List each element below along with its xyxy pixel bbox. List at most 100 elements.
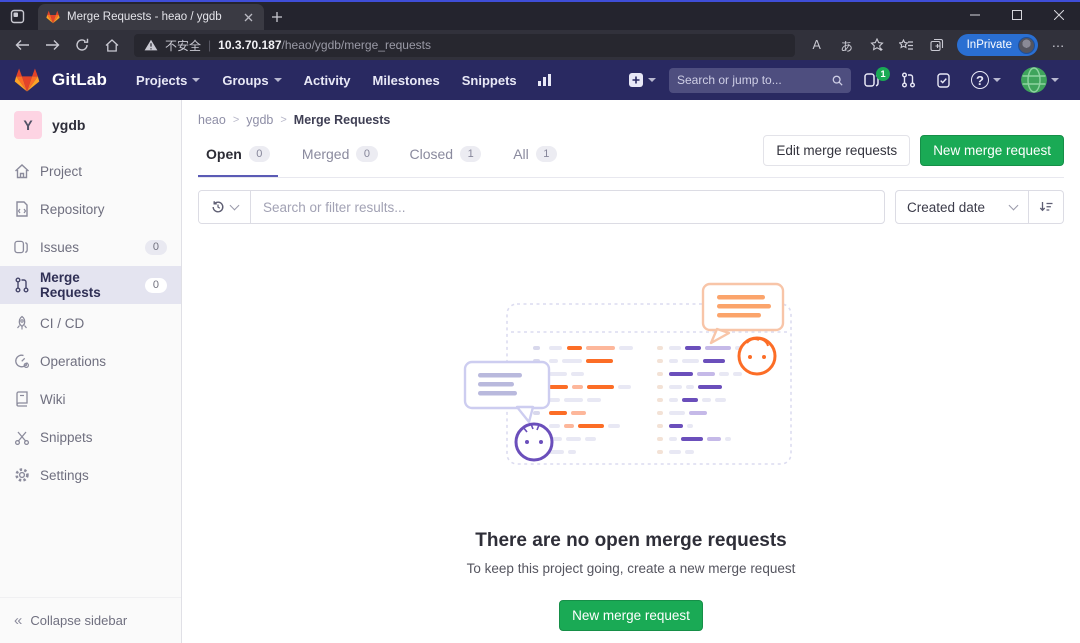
file-icon — [14, 201, 30, 217]
url-host: 10.3.70.187 — [218, 38, 281, 52]
closed-count-badge: 1 — [460, 146, 481, 162]
collapse-sidebar-button[interactable]: « Collapse sidebar — [0, 597, 181, 643]
back-icon — [15, 39, 30, 51]
tab-open[interactable]: Open0 — [198, 131, 278, 177]
tab-merged[interactable]: Merged0 — [294, 131, 386, 177]
nav-groups[interactable]: Groups — [213, 67, 290, 94]
url-bar[interactable]: 不安全 | 10.3.70.187/heao/ygdb/merge_reques… — [134, 34, 795, 57]
new-tab-button[interactable] — [264, 4, 290, 30]
read-aloud-button[interactable]: A — [803, 33, 831, 57]
merged-count-badge: 0 — [356, 146, 377, 162]
gitlab-favicon — [46, 10, 60, 24]
close-window-button[interactable] — [1038, 2, 1080, 28]
main-content: heao > ygdb > Merge Requests Open0 Merge… — [182, 100, 1080, 643]
breadcrumb: heao > ygdb > Merge Requests — [198, 100, 1064, 127]
add-favorite-button[interactable] — [863, 33, 891, 57]
tab-close-button[interactable] — [240, 9, 256, 25]
tab-closed[interactable]: Closed1 — [402, 131, 490, 177]
collections-button[interactable] — [923, 33, 951, 57]
sidebar-item-snippets[interactable]: Snippets — [0, 418, 181, 456]
sort-descending-icon — [1039, 201, 1053, 213]
todos-button[interactable] — [929, 68, 958, 93]
sidebar-item-ci-cd[interactable]: CI / CD — [0, 304, 181, 342]
chevron-down-icon — [274, 78, 282, 82]
header-actions: Edit merge requests New merge request — [763, 135, 1064, 174]
addressbar-actions: A あ InPrivate ⋯ — [803, 33, 1072, 57]
filter-search-input[interactable] — [251, 200, 884, 215]
issues-button[interactable]: 1 — [857, 67, 888, 93]
collections-icon — [930, 38, 944, 52]
nav-snippets[interactable]: Snippets — [453, 67, 526, 94]
new-merge-request-button-empty-state[interactable]: New merge request — [559, 600, 703, 631]
new-menu-button[interactable] — [621, 67, 663, 93]
filtered-search-box — [198, 190, 885, 224]
chevron-down-icon — [993, 78, 1001, 82]
maximize-button[interactable] — [996, 2, 1038, 28]
merge-request-icon — [14, 277, 30, 293]
gear-icon — [14, 467, 30, 483]
profile-avatar — [1018, 37, 1035, 54]
browser-tab[interactable]: Merge Requests - heao / ygdb — [38, 4, 264, 30]
sidebar-item-operations[interactable]: Operations — [0, 342, 181, 380]
browser-addressbar: 不安全 | 10.3.70.187/heao/ygdb/merge_reques… — [0, 30, 1080, 60]
inprivate-label: InPrivate — [967, 39, 1012, 51]
minimize-button[interactable] — [954, 2, 996, 28]
help-menu-button[interactable]: ? — [964, 66, 1008, 94]
global-search[interactable] — [669, 68, 851, 93]
todo-check-icon — [936, 73, 951, 88]
window-controls — [954, 2, 1080, 28]
inprivate-badge[interactable]: InPrivate — [957, 34, 1038, 56]
home-icon — [14, 164, 30, 179]
refresh-button[interactable] — [68, 33, 96, 57]
nav-projects[interactable]: Projects — [127, 67, 209, 94]
breadcrumb-group[interactable]: heao — [198, 113, 226, 127]
gitlab-brand[interactable]: GitLab — [52, 70, 107, 90]
sidebar-item-project[interactable]: Project — [0, 152, 181, 190]
more-icon: ⋯ — [1052, 38, 1065, 53]
filter-row: Created date — [198, 190, 1064, 224]
back-button[interactable] — [8, 33, 36, 57]
sidebar-item-issues[interactable]: Issues 0 — [0, 228, 181, 266]
close-icon — [244, 13, 253, 22]
browser-menu-button[interactable]: ⋯ — [1044, 33, 1072, 57]
nav-milestones[interactable]: Milestones — [364, 67, 449, 94]
charts-button[interactable] — [530, 68, 560, 92]
gitlab-nav-links: Projects Groups Activity Milestones Snip… — [127, 67, 560, 94]
home-button[interactable] — [98, 33, 126, 57]
empty-state-illustration — [461, 282, 801, 478]
favorites-bar-button[interactable] — [893, 33, 921, 57]
home-icon — [105, 39, 119, 52]
tab-all[interactable]: All1 — [505, 131, 565, 177]
translate-button[interactable]: あ — [833, 33, 861, 57]
nav-activity[interactable]: Activity — [295, 67, 360, 94]
sidebar-item-merge-requests[interactable]: Merge Requests 0 — [0, 266, 181, 304]
translate-icon: あ — [840, 36, 853, 55]
sidebar-item-settings[interactable]: Settings — [0, 456, 181, 494]
recent-searches-button[interactable] — [199, 191, 251, 223]
new-merge-request-button[interactable]: New merge request — [920, 135, 1064, 166]
collapse-icon: « — [14, 612, 22, 629]
all-count-badge: 1 — [536, 146, 557, 162]
mr-state-tabs: Open0 Merged0 Closed1 All1 — [198, 131, 581, 177]
edit-merge-requests-button[interactable]: Edit merge requests — [763, 135, 910, 166]
gitlab-navbar: GitLab Projects Groups Activity Mileston… — [0, 60, 1080, 100]
empty-state-title: There are no open merge requests — [475, 530, 787, 552]
project-avatar: Y — [14, 111, 42, 139]
merge-requests-button[interactable] — [894, 67, 923, 93]
browser-titlebar: Merge Requests - heao / ygdb — [0, 2, 1080, 30]
forward-button[interactable] — [38, 33, 66, 57]
bar-chart-icon — [537, 73, 553, 87]
user-menu-button[interactable] — [1014, 62, 1066, 98]
rocket-icon — [14, 315, 30, 331]
gitlab-logo[interactable] — [14, 67, 40, 93]
sidebar-item-wiki[interactable]: Wiki — [0, 380, 181, 418]
maximize-icon — [1012, 10, 1022, 20]
breadcrumb-project[interactable]: ygdb — [246, 113, 273, 127]
sort-direction-button[interactable] — [1029, 190, 1064, 224]
sidebar-item-repository[interactable]: Repository — [0, 190, 181, 228]
project-sidebar: Y ygdb Project Repository Issues 0 Merge… — [0, 100, 182, 643]
tab-actions-menu-button[interactable] — [0, 2, 34, 30]
project-context-header[interactable]: Y ygdb — [0, 100, 181, 152]
sort-by-dropdown[interactable]: Created date — [895, 190, 1029, 224]
global-search-input[interactable] — [677, 73, 832, 87]
